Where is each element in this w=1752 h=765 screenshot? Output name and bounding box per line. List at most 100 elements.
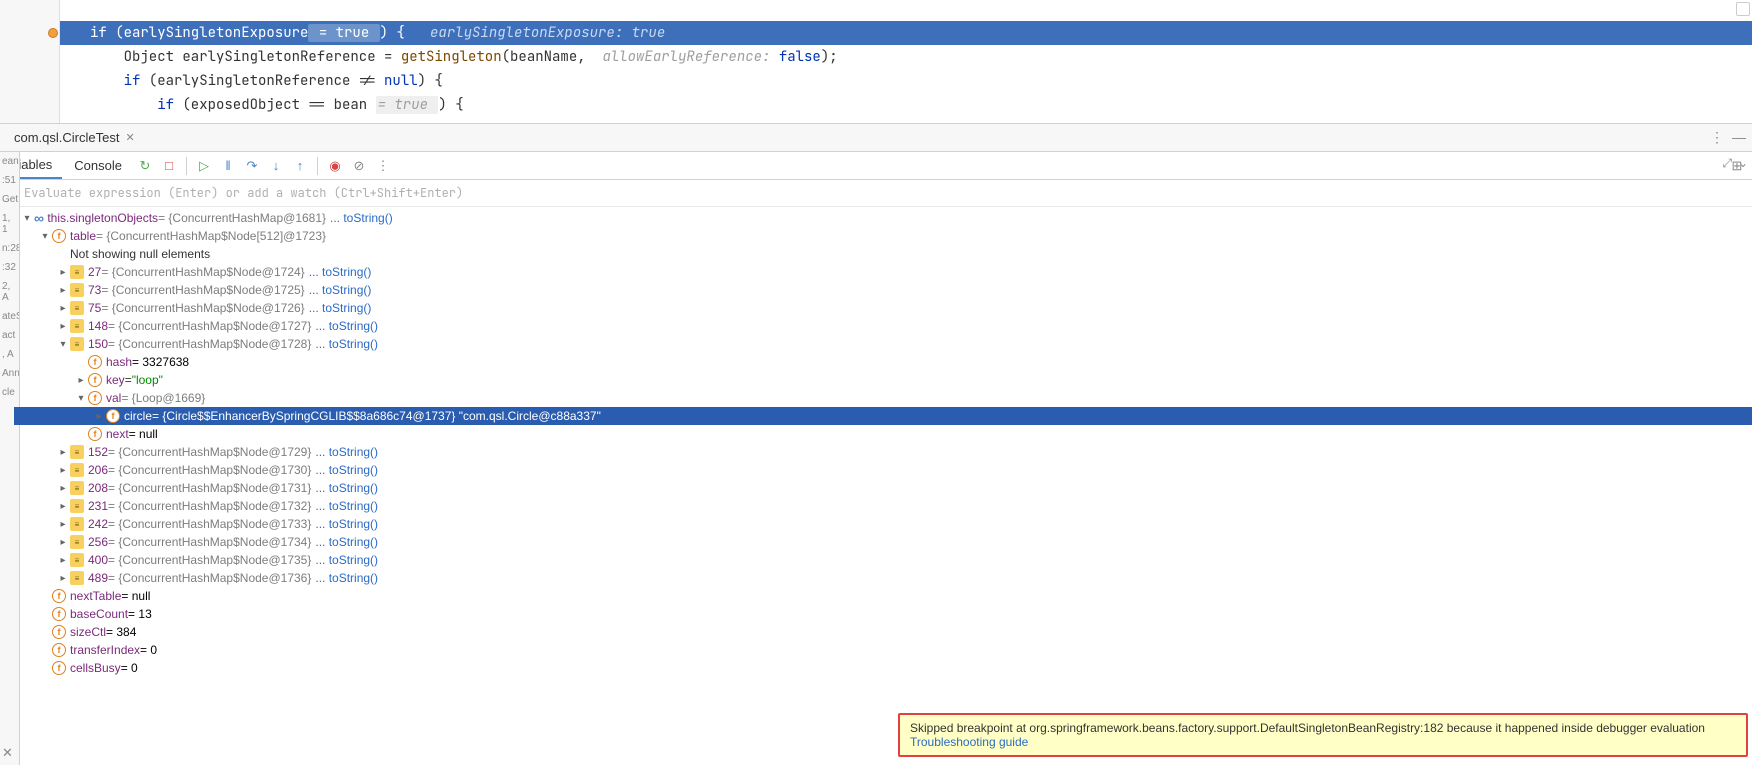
field-icon: f: [52, 643, 66, 657]
rerun-icon[interactable]: ↻: [136, 157, 154, 175]
tostring-link[interactable]: ... toString(): [315, 463, 378, 477]
code-line[interactable]: if (exposedObject == bean = true ) {: [0, 93, 1752, 117]
index-icon: ≡: [70, 301, 84, 315]
tree-row[interactable]: ≡ 152 = {ConcurrentHashMap$Node@1729} ..…: [14, 443, 1752, 461]
editor-scrollbar-marker[interactable]: [1736, 2, 1750, 16]
variables-tree[interactable]: ∞ this.singletonObjects = {ConcurrentHas…: [0, 207, 1752, 765]
expand-icon[interactable]: [56, 285, 70, 296]
step-out-icon[interactable]: ↑: [291, 157, 309, 175]
tree-row[interactable]: ≡ 256 = {ConcurrentHashMap$Node@1734} ..…: [14, 533, 1752, 551]
code-line[interactable]: if (earlySingletonReference != null) {: [0, 69, 1752, 93]
hide-panel-icon[interactable]: ✕: [2, 745, 13, 761]
expand-icon[interactable]: [74, 375, 88, 386]
tree-row[interactable]: ≡ 27 = {ConcurrentHashMap$Node@1724} ...…: [14, 263, 1752, 281]
index-icon: ≡: [70, 445, 84, 459]
more-actions-icon[interactable]: ⋮: [374, 157, 392, 175]
tostring-link[interactable]: ... toString(): [309, 283, 372, 297]
tostring-link[interactable]: ... toString(): [309, 265, 372, 279]
tree-row[interactable]: f baseCount = 13: [14, 605, 1752, 623]
close-icon[interactable]: ✕: [125, 131, 134, 144]
tree-row[interactable]: f next = null: [14, 425, 1752, 443]
tostring-link[interactable]: ... toString(): [315, 535, 378, 549]
tree-row[interactable]: ∞ this.singletonObjects = {ConcurrentHas…: [14, 209, 1752, 227]
tab-console[interactable]: Console: [64, 153, 132, 178]
expand-icon[interactable]: [74, 393, 88, 404]
index-icon: ≡: [70, 571, 84, 585]
debug-toolbar: riables Console ↻ □ ▷ ‖ ↷ ↓ ↑ ◉ ⊘ ⋮ ⊞: [0, 152, 1752, 180]
field-icon: f: [52, 589, 66, 603]
expand-icon[interactable]: ⤢: [1722, 156, 1732, 171]
expand-icon[interactable]: [56, 321, 70, 332]
expand-icon[interactable]: [56, 573, 70, 584]
tree-row[interactable]: ≡ 242 = {ConcurrentHashMap$Node@1733} ..…: [14, 515, 1752, 533]
object-icon: ∞: [34, 210, 44, 226]
debug-tab[interactable]: com.qsl.CircleTest ✕: [6, 125, 143, 150]
tree-row-selected[interactable]: f circle = {Circle$$EnhancerBySpringCGLI…: [14, 407, 1752, 425]
field-icon: f: [88, 355, 102, 369]
tree-row[interactable]: f val = {Loop@1669}: [14, 389, 1752, 407]
tab-title: com.qsl.CircleTest: [14, 130, 119, 145]
index-icon: ≡: [70, 499, 84, 513]
expand-icon[interactable]: [38, 231, 52, 242]
expand-icon[interactable]: [92, 411, 106, 422]
expand-icon[interactable]: [56, 339, 70, 350]
tostring-link[interactable]: ... toString(): [315, 553, 378, 567]
tree-row[interactable]: ≡ 231 = {ConcurrentHashMap$Node@1732} ..…: [14, 497, 1752, 515]
index-icon: ≡: [70, 337, 84, 351]
more-icon[interactable]: ⋮: [1710, 129, 1724, 146]
resume-icon[interactable]: ▷: [195, 157, 213, 175]
tostring-link[interactable]: ... toString(): [315, 517, 378, 531]
expand-icon[interactable]: [56, 447, 70, 458]
tree-row[interactable]: f nextTable = null: [14, 587, 1752, 605]
code-line-selected[interactable]: if (earlySingletonExposure = true ) { ea…: [0, 21, 1752, 45]
tostring-link[interactable]: ... toString(): [315, 319, 378, 333]
tree-row[interactable]: f sizeCtl = 384: [14, 623, 1752, 641]
view-breakpoints-icon[interactable]: ◉: [326, 157, 344, 175]
tree-row[interactable]: f table = {ConcurrentHashMap$Node[512]@1…: [14, 227, 1752, 245]
tostring-link[interactable]: ... toString(): [315, 337, 378, 351]
evaluate-expression-input[interactable]: Evaluate expression (Enter) or add a wat…: [0, 180, 1752, 207]
field-icon: f: [106, 409, 120, 423]
settings-icon[interactable]: ⌄: [1738, 156, 1748, 171]
code-line[interactable]: Object earlySingletonReference = getSing…: [0, 45, 1752, 69]
tree-row[interactable]: ≡ 150 = {ConcurrentHashMap$Node@1728} ..…: [14, 335, 1752, 353]
expand-icon[interactable]: [20, 213, 34, 224]
breakpoint-icon[interactable]: [48, 28, 58, 38]
index-icon: ≡: [70, 463, 84, 477]
tostring-link[interactable]: ... toString(): [315, 481, 378, 495]
tree-row[interactable]: f key = "loop": [14, 371, 1752, 389]
tree-row[interactable]: ≡ 73 = {ConcurrentHashMap$Node@1725} ...…: [14, 281, 1752, 299]
tree-row[interactable]: ≡ 208 = {ConcurrentHashMap$Node@1731} ..…: [14, 479, 1752, 497]
tostring-link[interactable]: ... toString(): [315, 445, 378, 459]
tree-row[interactable]: ≡ 206 = {ConcurrentHashMap$Node@1730} ..…: [14, 461, 1752, 479]
tree-row[interactable]: f transferIndex = 0: [14, 641, 1752, 659]
expand-icon[interactable]: [56, 501, 70, 512]
expand-icon[interactable]: [56, 303, 70, 314]
troubleshooting-link[interactable]: Troubleshooting guide: [910, 735, 1028, 749]
step-into-icon[interactable]: ↓: [267, 157, 285, 175]
mute-breakpoints-icon[interactable]: ⊘: [350, 157, 368, 175]
code-editor[interactable]: if (earlySingletonExposure = true ) { ea…: [0, 0, 1752, 124]
expand-icon[interactable]: [56, 465, 70, 476]
tree-row[interactable]: f hash = 3327638: [14, 353, 1752, 371]
step-over-icon[interactable]: ↷: [243, 157, 261, 175]
expand-icon[interactable]: [56, 519, 70, 530]
tostring-link[interactable]: ... toString(): [330, 211, 393, 225]
expand-icon[interactable]: [56, 555, 70, 566]
expand-icon[interactable]: [56, 267, 70, 278]
tostring-link[interactable]: ... toString(): [315, 499, 378, 513]
pause-icon[interactable]: ‖: [219, 157, 237, 175]
expand-icon[interactable]: [56, 537, 70, 548]
tostring-link[interactable]: ... toString(): [315, 571, 378, 585]
minimize-icon[interactable]: —: [1732, 129, 1746, 146]
debug-panel-header: com.qsl.CircleTest ✕ ⋮ —: [0, 124, 1752, 152]
expand-icon[interactable]: [56, 483, 70, 494]
tree-row[interactable]: ≡ 148 = {ConcurrentHashMap$Node@1727} ..…: [14, 317, 1752, 335]
tree-row[interactable]: ≡ 400 = {ConcurrentHashMap$Node@1735} ..…: [14, 551, 1752, 569]
tree-row[interactable]: ≡ 75 = {ConcurrentHashMap$Node@1726} ...…: [14, 299, 1752, 317]
stop-icon[interactable]: □: [160, 157, 178, 175]
index-icon: ≡: [70, 535, 84, 549]
tostring-link[interactable]: ... toString(): [309, 301, 372, 315]
tree-row[interactable]: f cellsBusy = 0: [14, 659, 1752, 677]
tree-row[interactable]: ≡ 489 = {ConcurrentHashMap$Node@1736} ..…: [14, 569, 1752, 587]
